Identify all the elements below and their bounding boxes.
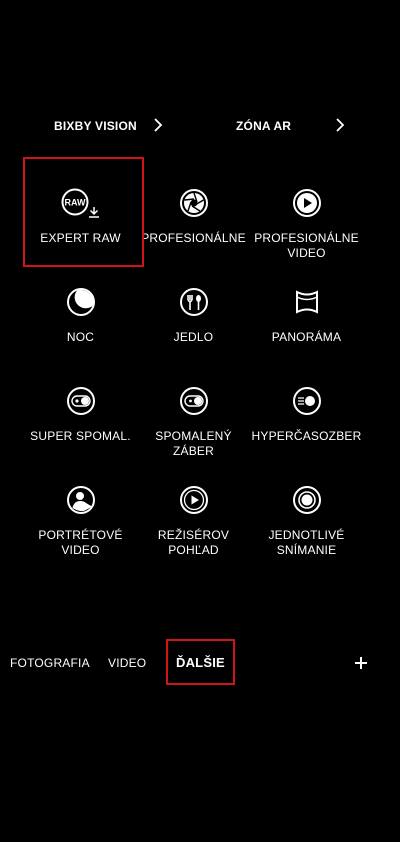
raw-download-icon: RAW xyxy=(61,188,99,218)
raw-badge-text: RAW xyxy=(64,198,86,208)
portrait-video-icon xyxy=(66,486,95,514)
fork-spoon-icon xyxy=(179,288,208,316)
mode-label: JEDLO xyxy=(173,330,214,344)
single-take-icon xyxy=(292,486,321,514)
super-slow-motion-icon xyxy=(66,387,95,415)
mode-label: PANORÁMA xyxy=(271,330,342,344)
mode-panorama[interactable]: PANORÁMA xyxy=(240,286,373,345)
mode-label: PROFESIONÁLNE VIDEO xyxy=(254,231,359,260)
panorama-icon xyxy=(295,290,318,314)
mode-label: JEDNOTLIVÉ SNÍMANIE xyxy=(268,528,345,557)
mode-label: NOC xyxy=(66,330,95,344)
mode-label: EXPERT RAW xyxy=(40,231,121,245)
slow-motion-icon xyxy=(179,387,208,415)
mode-pro-video[interactable]: PROFESIONÁLNE VIDEO xyxy=(240,187,373,261)
tab-more[interactable]: ĎALŠIE xyxy=(176,655,225,670)
chevron-right-icon xyxy=(336,118,345,132)
mode-label: HYPERČASOZBER xyxy=(251,429,362,443)
mode-label: SUPER SPOMAL. xyxy=(30,429,131,443)
mode-label: SPOMALENÝ ZÁBER xyxy=(155,429,232,458)
chevron-right-icon xyxy=(154,118,163,132)
mode-label: PORTRÉTOVÉ VIDEO xyxy=(38,528,123,557)
pro-video-icon xyxy=(292,189,321,217)
directors-view-icon xyxy=(179,486,208,514)
tab-video[interactable]: VIDEO xyxy=(108,656,146,670)
aperture-icon xyxy=(179,189,208,217)
plus-icon[interactable] xyxy=(352,654,370,672)
mode-label: REŽISÉROV POHĽAD xyxy=(157,528,230,557)
bixby-vision-link[interactable]: BIXBY VISION xyxy=(54,116,137,136)
mode-hyperlapse[interactable]: HYPERČASOZBER xyxy=(240,385,373,444)
moon-icon xyxy=(66,288,95,316)
tab-photo[interactable]: FOTOGRAFIA xyxy=(10,656,90,670)
ar-zone-link[interactable]: ZÓNA AR xyxy=(236,116,291,136)
ar-zone-label: ZÓNA AR xyxy=(236,119,292,133)
mode-label: PROFESIONÁLNE xyxy=(141,231,246,245)
hyperlapse-icon xyxy=(292,387,321,415)
mode-single-take[interactable]: JEDNOTLIVÉ SNÍMANIE xyxy=(240,484,373,558)
mode-tab-bar: FOTOGRAFIA VIDEO ĎALŠIE xyxy=(0,652,400,676)
bixby-vision-label: BIXBY VISION xyxy=(54,119,137,133)
